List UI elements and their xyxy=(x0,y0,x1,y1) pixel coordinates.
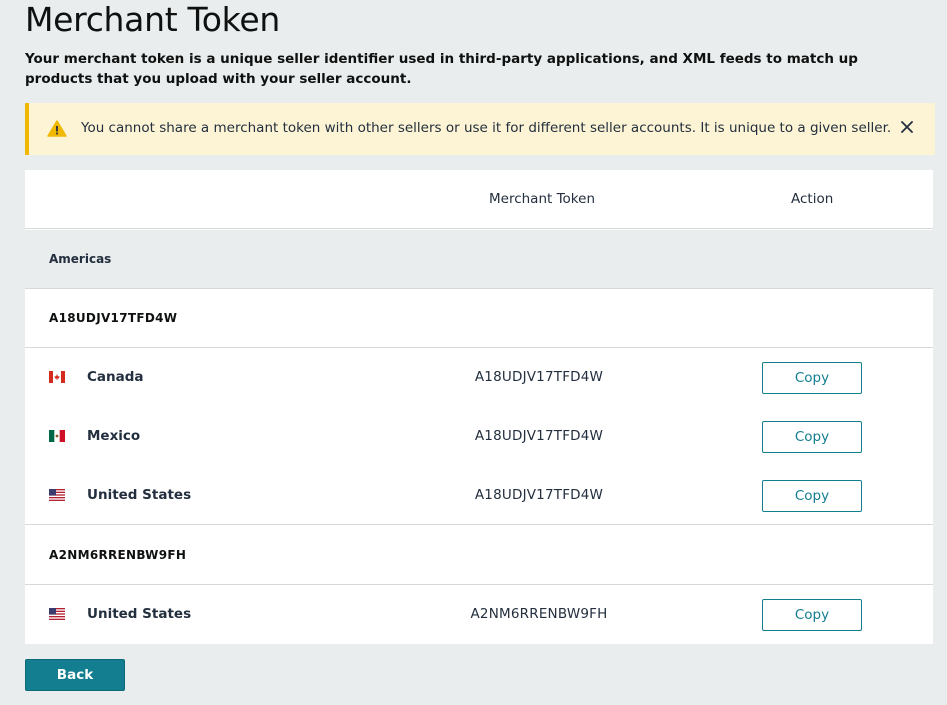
merchant-token-table: Merchant Token Action Americas A18UDJV17… xyxy=(25,170,933,644)
table-row: Mexico A18UDJV17TFD4W Copy xyxy=(25,407,933,466)
us-flag-icon xyxy=(49,489,65,501)
region-row: Americas xyxy=(25,230,933,289)
token-group-label: A2NM6RRENBW9FH xyxy=(49,548,187,562)
region-label: Americas xyxy=(49,252,112,266)
alert-message: You cannot share a merchant token with o… xyxy=(81,120,892,136)
merchant-token-value: A18UDJV17TFD4W xyxy=(474,428,604,444)
table-row: United States A18UDJV17TFD4W Copy xyxy=(25,466,933,525)
merchant-token-value: A18UDJV17TFD4W xyxy=(474,369,604,385)
copy-button[interactable]: Copy xyxy=(762,480,862,512)
back-button[interactable]: Back xyxy=(25,659,125,691)
marketplace-name: United States xyxy=(87,606,192,622)
copy-button[interactable]: Copy xyxy=(762,599,862,631)
warning-icon xyxy=(47,120,67,137)
table-row: United States A2NM6RRENBW9FH Copy xyxy=(25,585,933,644)
table-row: Canada A18UDJV17TFD4W Copy xyxy=(25,348,933,407)
column-header-action: Action xyxy=(791,191,834,207)
copy-button[interactable]: Copy xyxy=(762,362,862,394)
table-header: Merchant Token Action xyxy=(25,170,933,229)
marketplace-name: United States xyxy=(87,487,192,503)
warning-alert: You cannot share a merchant token with o… xyxy=(25,103,935,155)
merchant-token-value: A18UDJV17TFD4W xyxy=(474,487,604,503)
column-header-merchant-token: Merchant Token xyxy=(489,191,596,207)
page-title: Merchant Token xyxy=(25,0,280,39)
token-group-label: A18UDJV17TFD4W xyxy=(49,311,178,325)
marketplace-name: Canada xyxy=(87,369,144,385)
page-description: Your merchant token is a unique seller i… xyxy=(25,51,858,87)
copy-button[interactable]: Copy xyxy=(762,421,862,453)
marketplace-name: Mexico xyxy=(87,428,141,444)
token-group-row: A18UDJV17TFD4W xyxy=(25,289,933,348)
canada-flag-icon xyxy=(49,371,65,383)
merchant-token-value: A2NM6RRENBW9FH xyxy=(470,606,608,622)
token-group-row: A2NM6RRENBW9FH xyxy=(25,526,933,585)
us-flag-icon xyxy=(49,608,65,620)
close-icon[interactable] xyxy=(899,119,915,135)
mexico-flag-icon xyxy=(49,430,65,442)
